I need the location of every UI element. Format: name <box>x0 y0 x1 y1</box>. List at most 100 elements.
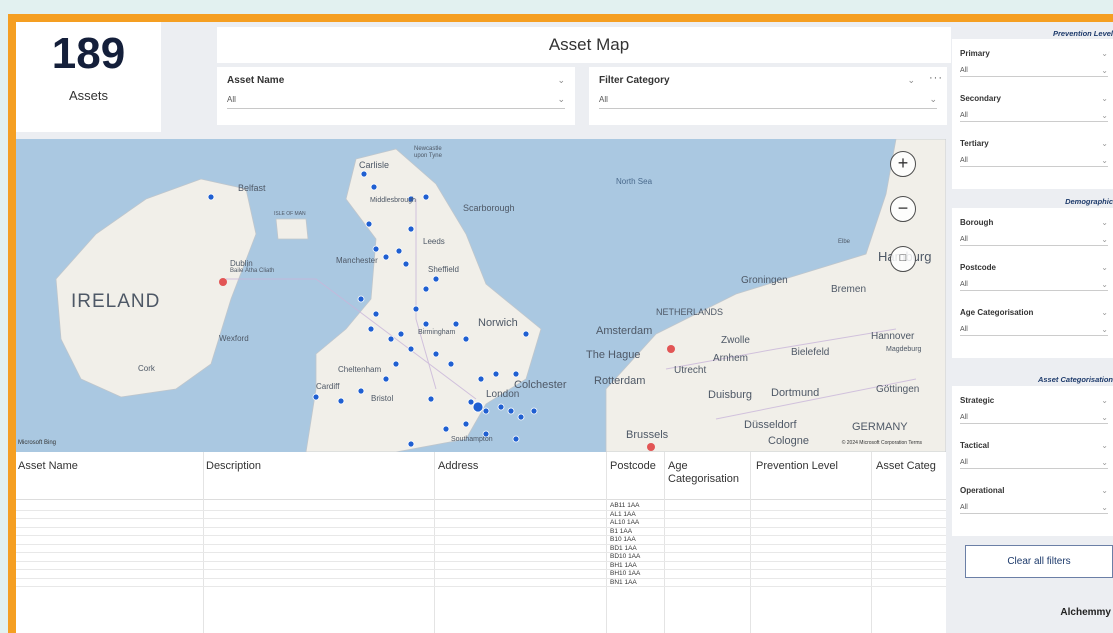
column-header-prevention-level[interactable]: Prevention Level <box>756 460 838 473</box>
map-label-belfast: Belfast <box>238 183 266 193</box>
map-select-button[interactable]: □ <box>890 246 916 272</box>
map-label-wexford: Wexford <box>219 334 249 343</box>
age-categorisation-dropdown[interactable]: All ⌄ <box>960 324 1108 336</box>
chevron-down-icon[interactable]: ⌄ <box>1101 441 1108 450</box>
chevron-down-icon[interactable]: ⌄ <box>1101 263 1108 272</box>
tertiary-slicer[interactable]: Tertiary ⌄ All ⌄ <box>960 137 1108 167</box>
chevron-down-icon[interactable]: ⌄ <box>1101 94 1108 103</box>
tertiary-dropdown[interactable]: All ⌄ <box>960 155 1108 167</box>
more-options-icon[interactable]: ··· <box>929 72 943 84</box>
secondary-value: All <box>960 112 968 119</box>
chevron-down-icon[interactable]: ⌄ <box>557 75 565 86</box>
zoom-out-button[interactable]: − <box>890 196 916 222</box>
secondary-slicer[interactable]: Secondary ⌄ All ⌄ <box>960 92 1108 122</box>
table-row[interactable]: BN1 1AA <box>16 579 946 587</box>
asset-map[interactable]: IRELAND Belfast Dublin Baile Átha Cliath… <box>16 139 946 452</box>
map-label-hannover: Hannover <box>871 331 915 342</box>
filter-category-dropdown[interactable]: All ⌄ <box>599 91 937 109</box>
tactical-value: All <box>960 459 968 466</box>
map-label-newcastle: Newcastle <box>414 146 442 152</box>
chevron-down-icon[interactable]: ⌄ <box>907 75 915 86</box>
map-label-ireland: IRELAND <box>71 291 161 312</box>
postcode-label: Postcode <box>960 262 997 272</box>
asset-name-slicer[interactable]: Asset Name ⌄ All ⌄ <box>217 67 575 125</box>
postcode-cell: AB11 1AA <box>610 502 640 509</box>
page-title: Asset Map <box>548 35 630 54</box>
tertiary-value: All <box>960 157 968 164</box>
tactical-slicer[interactable]: Tactical ⌄ All ⌄ <box>960 439 1108 469</box>
table-row[interactable]: AB11 1AA <box>16 502 946 511</box>
primary-dropdown[interactable]: All ⌄ <box>960 65 1108 77</box>
borough-dropdown[interactable]: All ⌄ <box>960 234 1108 246</box>
map-label-newcastle-2: upon Tyne <box>414 153 442 159</box>
column-header-description[interactable]: Description <box>206 460 261 473</box>
chevron-down-icon: ⌄ <box>1101 111 1108 120</box>
map-label-arnhem: Arnhem <box>713 353 749 364</box>
age-categorisation-value: All <box>960 326 968 333</box>
section-header-demographic: Demographic <box>1065 197 1113 206</box>
map-label-dusseldorf: Düsseldorf <box>744 419 797 431</box>
chevron-down-icon[interactable]: ⌄ <box>1101 139 1108 148</box>
filter-category-slicer[interactable]: Filter Category ⌄ All ⌄ ··· <box>589 67 947 125</box>
map-label-scarborough: Scarborough <box>463 203 515 213</box>
column-header-address[interactable]: Address <box>438 460 478 473</box>
table-row[interactable]: B10 1AA <box>16 536 946 545</box>
postcode-cell: B1 1AA <box>610 527 633 535</box>
strategic-slicer[interactable]: Strategic ⌄ All ⌄ <box>960 394 1108 424</box>
bing-attribution: Microsoft Bing <box>18 440 57 446</box>
map-label-duisburg: Duisburg <box>708 389 753 401</box>
borough-slicer[interactable]: Borough ⌄ All ⌄ <box>960 216 1108 246</box>
operational-slicer[interactable]: Operational ⌄ All ⌄ <box>960 484 1108 514</box>
strategic-value: All <box>960 414 968 421</box>
chevron-down-icon[interactable]: ⌄ <box>1101 49 1108 58</box>
clear-all-filters-button[interactable]: Clear all filters <box>965 545 1113 578</box>
tactical-dropdown[interactable]: All ⌄ <box>960 457 1108 469</box>
column-header-age-categorisation[interactable]: Age Categorisation <box>668 460 748 486</box>
age-categorisation-slicer[interactable]: Age Categorisation ⌄ All ⌄ <box>960 306 1108 336</box>
chevron-down-icon[interactable]: ⌄ <box>1101 486 1108 495</box>
chevron-down-icon[interactable]: ⌄ <box>1101 396 1108 405</box>
postcode-dropdown[interactable]: All ⌄ <box>960 279 1108 291</box>
chevron-down-icon[interactable]: ⌄ <box>1101 308 1108 317</box>
asset-name-slicer-label: Asset Name <box>227 74 285 86</box>
borough-label: Borough <box>960 217 994 227</box>
secondary-label: Secondary <box>960 93 1001 103</box>
secondary-dropdown[interactable]: All ⌄ <box>960 110 1108 122</box>
map-label-groningen: Groningen <box>741 275 788 286</box>
postcode-slicer[interactable]: Postcode ⌄ All ⌄ <box>960 261 1108 291</box>
table-row[interactable]: BD1 1AA <box>16 545 946 553</box>
map-label-carlisle: Carlisle <box>359 160 390 170</box>
table-row[interactable]: B1 1AA <box>16 527 946 536</box>
table-row[interactable]: BH1 1AA <box>16 561 946 570</box>
map-label-gottingen: Göttingen <box>876 384 920 395</box>
table-row[interactable]: AL10 1AA <box>16 519 946 528</box>
map-label-germany: GERMANY <box>852 421 908 433</box>
zoom-in-button[interactable]: + <box>890 151 916 177</box>
table-row[interactable]: AL1 1AA <box>16 510 946 519</box>
map-label-dortmund: Dortmund <box>771 387 820 399</box>
postcode-cell: BH1 1AA <box>610 561 637 569</box>
report-canvas: 189 Assets Asset Map Asset Name ⌄ All ⌄ Fi… <box>16 22 1113 633</box>
plus-icon: + <box>897 153 909 173</box>
page-title-bar: Asset Map <box>217 27 961 63</box>
map-label-bremen: Bremen <box>831 284 867 295</box>
chevron-down-icon[interactable]: ⌄ <box>1101 218 1108 227</box>
column-header-postcode[interactable]: Postcode <box>610 460 656 473</box>
map-label-brussels: Brussels <box>626 429 669 441</box>
strategic-dropdown[interactable]: All ⌄ <box>960 412 1108 424</box>
table-row[interactable]: BH10 1AA <box>16 570 946 579</box>
map-label-middlesbrough: Middlesbrough <box>370 197 416 204</box>
section-header-asset-categorisation: Asset Categorisation <box>1037 375 1113 384</box>
map-label-cologne: Cologne <box>768 435 809 447</box>
map-copyright[interactable]: © 2024 Microsoft Corporation Terms <box>842 440 922 446</box>
table-row[interactable]: BD10 1AA <box>16 553 946 562</box>
map-label-isle-of-man: ISLE OF MAN <box>274 211 306 217</box>
column-header-asset-name[interactable]: Asset Name <box>18 460 78 473</box>
postcode-cell: AL1 1AA <box>610 510 636 518</box>
operational-dropdown[interactable]: All ⌄ <box>960 502 1108 514</box>
map-label-colchester: Colchester <box>514 379 567 391</box>
primary-slicer[interactable]: Primary ⌄ All ⌄ <box>960 47 1108 77</box>
column-header-asset-category[interactable]: Asset Categ <box>876 460 936 473</box>
map-label-the-hague: The Hague <box>586 349 641 361</box>
asset-name-dropdown[interactable]: All ⌄ <box>227 91 565 109</box>
